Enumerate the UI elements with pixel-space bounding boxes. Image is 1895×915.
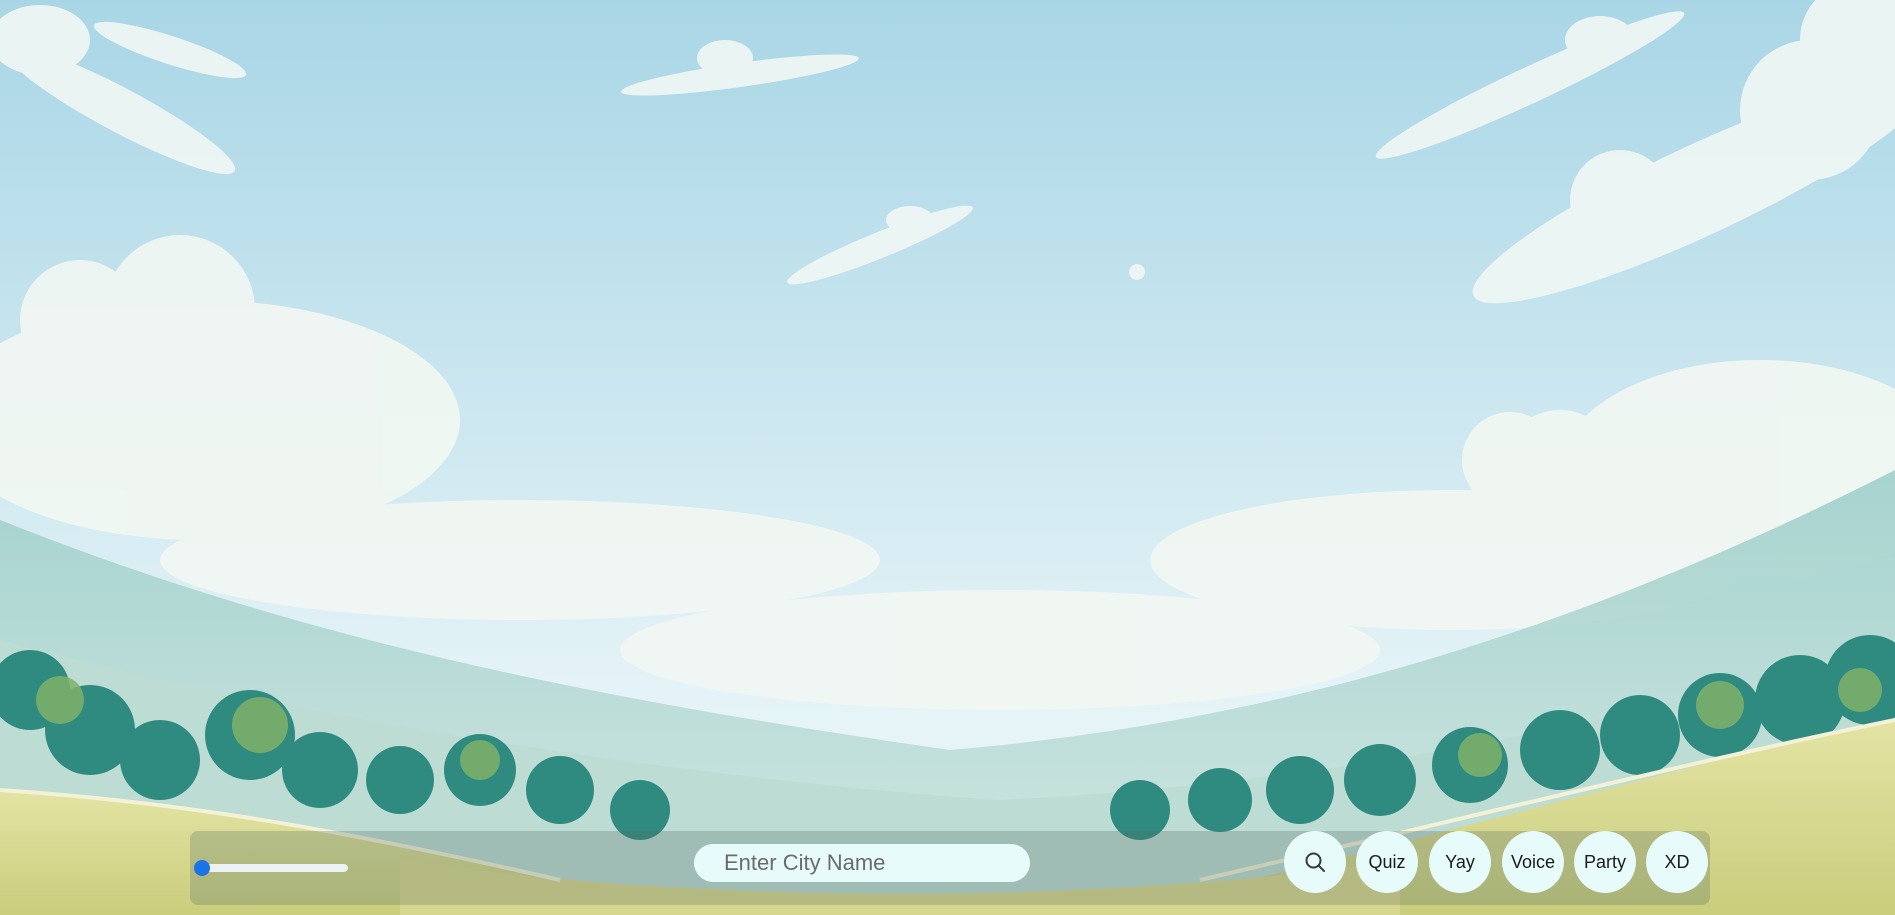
- landscape-background: [0, 0, 1895, 915]
- yay-button[interactable]: Yay: [1429, 831, 1491, 893]
- search-button[interactable]: [1284, 831, 1346, 893]
- party-button[interactable]: Party: [1574, 831, 1636, 893]
- slider-thumb[interactable]: [194, 860, 210, 876]
- quiz-button[interactable]: Quiz: [1356, 831, 1418, 893]
- slider-track: [194, 864, 348, 872]
- volume-slider[interactable]: [194, 860, 348, 876]
- voice-button[interactable]: Voice: [1502, 831, 1564, 893]
- xd-button[interactable]: XD: [1646, 831, 1708, 893]
- city-search-input[interactable]: [694, 844, 1030, 882]
- search-icon: [1305, 852, 1325, 872]
